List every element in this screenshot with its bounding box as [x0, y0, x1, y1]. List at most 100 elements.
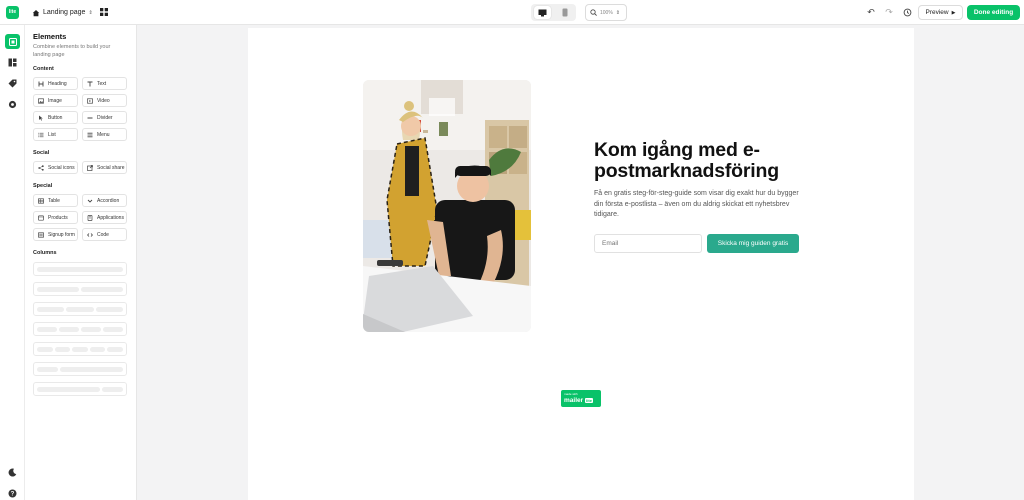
applications-icon	[87, 214, 93, 221]
email-field[interactable]	[594, 234, 702, 253]
hero-photo[interactable]	[363, 80, 531, 332]
social-elements: Social icons Social share	[33, 161, 128, 174]
element-label: Products	[48, 214, 68, 221]
badge-brand-name: mailer	[564, 397, 584, 404]
left-rail: ?	[0, 25, 25, 500]
column-layout-3[interactable]	[33, 302, 127, 316]
page-name: Landing page	[43, 9, 86, 16]
desktop-icon	[538, 9, 547, 16]
element-signup-form[interactable]: Signup form	[33, 228, 78, 241]
zoom-caret-icon: ⇕	[615, 9, 620, 16]
badge-lite: lite	[585, 398, 593, 403]
element-label: Signup form	[48, 231, 75, 238]
element-image[interactable]: Image	[33, 94, 78, 107]
made-with-mailerlite-badge[interactable]: made with mailer lite	[561, 390, 601, 407]
mobile-icon	[562, 8, 568, 17]
code-icon	[87, 232, 93, 237]
settings-icon[interactable]	[5, 97, 20, 112]
menu-icon	[87, 132, 93, 137]
desktop-view-button[interactable]	[533, 6, 551, 19]
play-icon: ▶	[951, 9, 956, 16]
updown-caret-icon: ⇕	[88, 9, 93, 16]
hero-heading[interactable]: Kom igång med e-postmarknadsföring	[594, 140, 814, 182]
preview-button[interactable]: Preview ▶	[918, 5, 963, 20]
element-heading[interactable]: Heading	[33, 77, 78, 90]
element-label: Social icons	[48, 164, 75, 171]
theme-icon[interactable]	[5, 465, 20, 480]
element-label: Social share	[97, 164, 125, 171]
element-list[interactable]: List	[33, 128, 78, 141]
element-social-share[interactable]: Social share	[82, 161, 127, 174]
done-editing-button[interactable]: Done editing	[967, 5, 1020, 20]
image-icon	[38, 97, 44, 104]
cursor-icon	[39, 115, 43, 121]
element-menu[interactable]: Menu	[82, 128, 127, 141]
column-layout-1[interactable]	[33, 262, 127, 276]
table-icon	[38, 197, 44, 204]
element-video[interactable]: Video	[82, 94, 127, 107]
external-share-icon	[87, 164, 93, 171]
redo-icon[interactable]: ↷	[884, 6, 894, 18]
help-icon[interactable]: ?	[5, 486, 20, 500]
special-section-title: Special	[33, 183, 53, 189]
panel-title: Elements	[33, 32, 67, 41]
element-accordion[interactable]: Accordion	[82, 194, 127, 207]
element-label: Heading	[48, 80, 67, 87]
column-layouts	[33, 262, 128, 396]
page-selector[interactable]: Landing page ⇕	[32, 6, 93, 19]
home-icon	[32, 9, 40, 16]
zoom-icon	[590, 9, 597, 16]
mailerlite-logo[interactable]: lite	[6, 6, 19, 19]
device-toggle	[531, 4, 576, 21]
content-section-title: Content	[33, 66, 54, 72]
column-layout-3-1[interactable]	[33, 382, 127, 396]
element-label: Divider	[97, 114, 113, 121]
element-label: Accordion	[97, 197, 120, 204]
history-controls: ↶ ↷	[866, 6, 912, 18]
element-label: Text	[97, 80, 107, 87]
element-label: Applications	[97, 214, 124, 221]
products-icon	[38, 214, 44, 221]
content-elements: Heading Text Image Video Button Divider …	[33, 77, 128, 141]
element-products[interactable]: Products	[33, 211, 78, 224]
elements-icon[interactable]	[5, 34, 20, 49]
element-button[interactable]: Button	[33, 111, 78, 124]
form-icon	[38, 231, 44, 238]
column-layout-4[interactable]	[33, 322, 127, 336]
tag-icon[interactable]	[5, 76, 20, 91]
element-code[interactable]: Code	[82, 228, 127, 241]
element-label: Image	[48, 97, 62, 104]
zoom-control[interactable]: 100% ⇕	[585, 4, 627, 21]
svg-text:?: ?	[11, 492, 15, 498]
top-bar: lite Landing page ⇕ 100% ⇕ ↶ ↷ Preview ▶…	[0, 0, 1024, 25]
element-divider[interactable]: Divider	[82, 111, 127, 124]
undo-icon[interactable]: ↶	[866, 6, 876, 18]
element-applications[interactable]: Applications	[82, 211, 127, 224]
column-layout-1-3[interactable]	[33, 362, 127, 376]
element-label: Menu	[97, 131, 110, 138]
element-table[interactable]: Table	[33, 194, 78, 207]
mobile-view-button[interactable]	[556, 6, 573, 19]
pages-grid-icon[interactable]	[100, 8, 108, 16]
element-label: List	[48, 131, 56, 138]
hero-paragraph[interactable]: Få en gratis steg-för-steg-guide som vis…	[594, 189, 806, 221]
column-layout-5[interactable]	[33, 342, 127, 356]
video-icon	[87, 97, 93, 104]
cta-button[interactable]: Skicka mig guiden gratis	[707, 234, 799, 253]
zoom-value: 100%	[600, 9, 613, 16]
column-layout-2[interactable]	[33, 282, 127, 296]
element-social-icons[interactable]: Social icons	[33, 161, 78, 174]
element-label: Code	[97, 231, 109, 238]
share-nodes-icon	[38, 164, 44, 171]
history-icon[interactable]	[902, 6, 912, 18]
social-section-title: Social	[33, 150, 50, 156]
chevron-down-icon	[87, 199, 93, 203]
special-elements: Table Accordion Products Applications Si…	[33, 194, 128, 241]
layout-icon[interactable]	[5, 55, 20, 70]
preview-label: Preview	[925, 9, 949, 16]
element-text[interactable]: Text	[82, 77, 127, 90]
element-label: Video	[97, 97, 110, 104]
elements-panel: Elements Combine elements to build your …	[25, 25, 137, 500]
page-canvas[interactable]: Kom igång med e-postmarknadsföring Få en…	[248, 28, 914, 500]
list-icon	[38, 132, 44, 137]
